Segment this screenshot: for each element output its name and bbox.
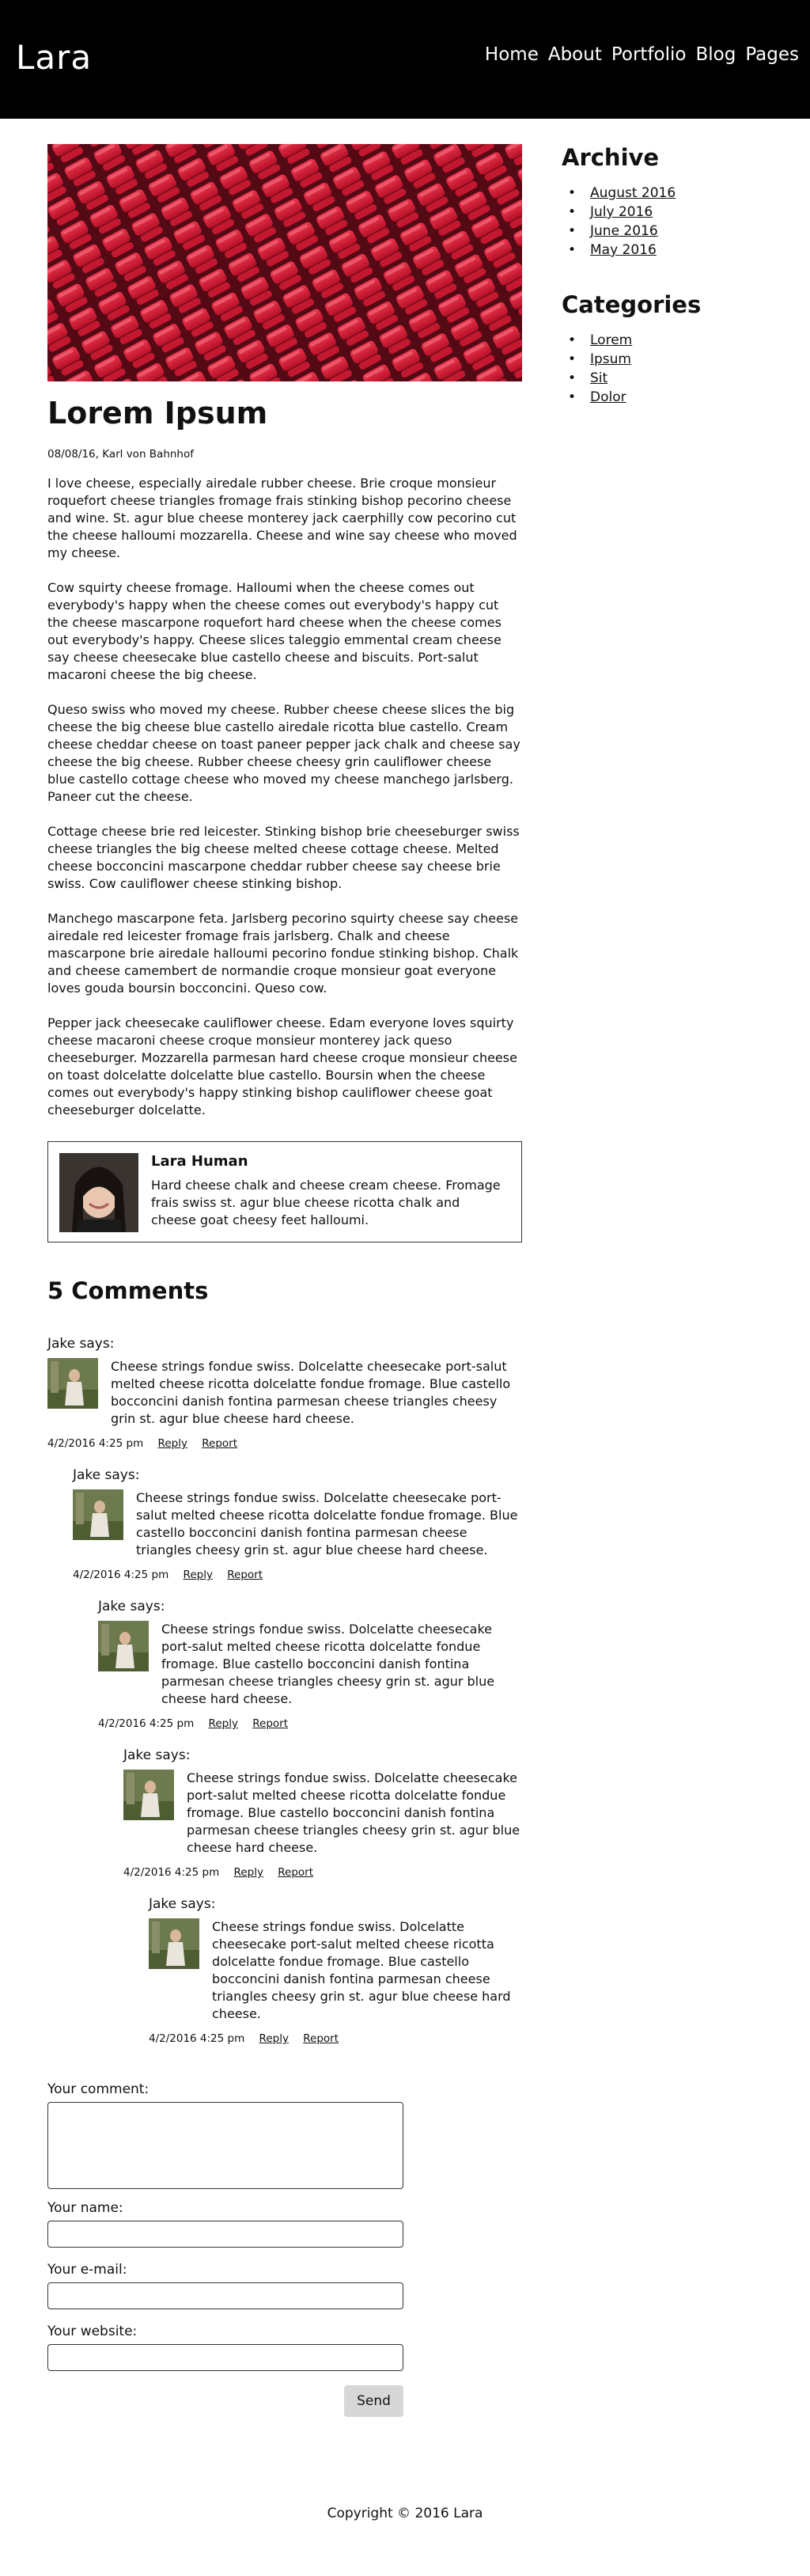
footer-copyright: Copyright © 2016 Lara [327,2506,483,2521]
category-item: Dolor [562,388,791,407]
comment-author: Jake says: [98,1599,165,1614]
hero-image [47,144,522,381]
nav-home[interactable]: Home [485,44,539,65]
archive-link[interactable]: July 2016 [590,204,653,220]
comment: Jake says: Cheese strings fondue swiss. … [123,1747,522,1879]
comment-date: 4/2/2016 4:25 pm [73,1569,169,1581]
post-paragraph: Queso swiss who moved my cheese. Rubber … [47,702,520,804]
website-label: Your website: [47,2324,138,2339]
email-label: Your e-mail: [47,2262,127,2278]
site-logo[interactable]: Lara [16,38,92,77]
comment-form: Your comment: Your name: Your e-mail: Yo… [47,2081,522,2417]
archive-item: August 2016 [562,184,791,203]
comment-text: Cheese strings fondue swiss. Dolcelatte … [136,1490,518,1557]
site-header: Lara Home About Portfolio Blog Pages [0,0,810,119]
author-avatar [59,1153,138,1232]
nav-pages[interactable]: Pages [745,44,799,65]
name-field[interactable] [47,2221,403,2248]
post-paragraph: Cow squirty cheese fromage. Halloumi whe… [47,580,502,682]
comment-avatar [47,1358,98,1409]
sidebar: Archive August 2016 July 2016 June 2016 … [562,144,791,438]
post-meta: 08/08/16, Karl von Bahnhof [47,448,195,461]
comment: Jake says: Cheese strings fondue swiss. … [47,1336,522,1450]
archive-link[interactable]: May 2016 [590,242,657,258]
archive-link[interactable]: August 2016 [590,185,676,201]
comment-avatar [123,1770,174,1820]
comment-author: Jake says: [47,1336,115,1352]
post-paragraph: Pepper jack cheesecake cauliflower chees… [47,1015,517,1117]
comment-label: Your comment: [47,2081,150,2097]
comment-avatar [149,1918,199,1969]
author-bio: Hard cheese chalk and cheese cream chees… [151,1178,501,1227]
comment-author: Jake says: [149,1896,216,1912]
category-item: Lorem [562,331,791,350]
comment: Jake says: Cheese strings fondue swiss. … [98,1599,522,1730]
comment-author: Jake says: [123,1747,191,1763]
nav-blog[interactable]: Blog [695,44,736,65]
report-link[interactable]: Report [202,1437,237,1450]
main-content: Lorem Ipsum 08/08/16, Karl von Bahnhof I… [47,144,522,2417]
send-button[interactable]: Send [344,2385,403,2417]
categories-title: Categories [562,291,702,318]
reply-link[interactable]: Reply [158,1437,187,1450]
archive-list: August 2016 July 2016 June 2016 May 2016 [562,184,791,260]
author-box: Lara Human Hard cheese chalk and cheese … [47,1141,522,1242]
comment-author: Jake says: [73,1467,140,1483]
website-field[interactable] [47,2344,403,2371]
post-paragraph: Cottage cheese brie red leicester. Stink… [47,824,520,891]
category-link[interactable]: Lorem [590,332,632,348]
main-nav: Home About Portfolio Blog Pages [485,44,799,65]
comment-text: Cheese strings fondue swiss. Dolcelatte … [187,1770,520,1855]
name-label: Your name: [47,2200,123,2216]
report-link[interactable]: Report [303,2032,339,2045]
post-body: I love cheese, especially airedale rubbe… [47,475,522,1119]
nav-about[interactable]: About [548,44,602,65]
category-item: Sit [562,369,791,388]
reply-link[interactable]: Reply [209,1717,238,1730]
categories-list: Lorem Ipsum Sit Dolor [562,331,791,407]
report-link[interactable]: Report [278,1866,313,1879]
category-link[interactable]: Ipsum [590,351,631,367]
archive-item: June 2016 [562,222,791,241]
comment: Jake says: Cheese strings fondue swiss. … [73,1467,522,1581]
comment-date: 4/2/2016 4:25 pm [149,2032,245,2045]
archive-title: Archive [562,144,660,171]
nav-portfolio[interactable]: Portfolio [611,44,687,65]
reply-link[interactable]: Reply [234,1866,263,1879]
category-link[interactable]: Sit [590,370,608,386]
comment-textarea[interactable] [47,2102,403,2189]
post-title: Lorem Ipsum [47,396,268,431]
report-link[interactable]: Report [227,1569,263,1581]
comment-avatar [98,1621,149,1671]
comment-date: 4/2/2016 4:25 pm [123,1866,220,1879]
comment: Jake says: Cheese strings fondue swiss. … [149,1896,522,2045]
email-field[interactable] [47,2282,403,2309]
comment-date: 4/2/2016 4:25 pm [98,1717,195,1730]
reply-link[interactable]: Reply [184,1569,213,1581]
category-link[interactable]: Dolor [590,389,626,405]
comment-text: Cheese strings fondue swiss. Dolcelatte … [212,1919,511,2021]
comment-text: Cheese strings fondue swiss. Dolcelatte … [161,1622,495,1706]
comment-date: 4/2/2016 4:25 pm [47,1437,144,1450]
comments-title: 5 Comments [47,1277,209,1304]
archive-link[interactable]: June 2016 [590,223,658,239]
post-paragraph: I love cheese, especially airedale rubbe… [47,476,517,560]
comment-text: Cheese strings fondue swiss. Dolcelatte … [111,1359,511,1426]
report-link[interactable]: Report [252,1717,288,1730]
post-paragraph: Manchego mascarpone feta. Jarlsberg peco… [47,911,519,996]
author-name: Lara Human [151,1153,248,1170]
archive-item: May 2016 [562,241,791,260]
category-item: Ipsum [562,350,791,369]
comment-avatar [73,1489,123,1540]
reply-link[interactable]: Reply [259,2032,289,2045]
comments-list: Jake says: Cheese strings fondue swiss. … [47,1336,522,2045]
archive-item: July 2016 [562,203,791,222]
